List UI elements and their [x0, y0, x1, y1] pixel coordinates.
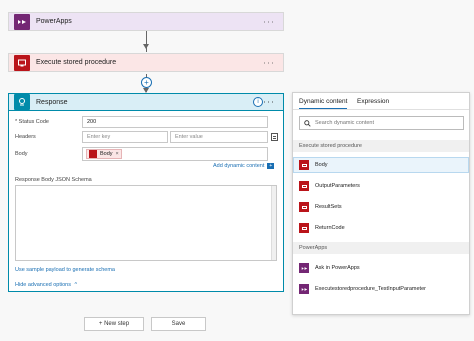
- schema-editor[interactable]: [15, 185, 277, 261]
- dynamic-item-label: ReturnCode: [315, 225, 345, 231]
- powerapps-icon: [299, 284, 309, 294]
- dynamic-item-returncode[interactable]: ReturnCode: [299, 221, 345, 235]
- powerapps-icon: [299, 263, 309, 273]
- dynamic-item-ask-in-powerapps[interactable]: Ask in PowerApps: [299, 261, 360, 275]
- sql-server-icon: [299, 160, 309, 170]
- new-step-button[interactable]: + New step: [84, 317, 144, 331]
- info-icon[interactable]: i: [253, 97, 263, 107]
- sql-server-icon: [299, 202, 309, 212]
- sql-server-icon: [299, 223, 309, 233]
- sql-server-icon: [299, 181, 309, 191]
- tab-expression-label: Expression: [357, 98, 390, 105]
- section-header-powerapps: PowerApps: [293, 242, 469, 254]
- headers-label: Headers: [15, 134, 36, 140]
- status-code-input[interactable]: [82, 116, 268, 128]
- chevron-up-icon: ^: [74, 282, 78, 288]
- more-options-icon[interactable]: ···: [263, 97, 275, 107]
- dynamic-item-label: OutputParameters: [315, 183, 360, 189]
- powerapps-step-card[interactable]: PowerApps ···: [8, 12, 284, 31]
- hide-advanced-options-link[interactable]: Hide advanced options ^: [15, 282, 77, 288]
- header-value-input[interactable]: [170, 131, 268, 143]
- save-button[interactable]: Save: [151, 317, 206, 331]
- response-icon: [14, 94, 30, 110]
- tab-dynamic-content-label: Dynamic content: [299, 98, 348, 105]
- stored-procedure-title: Execute stored procedure: [36, 59, 117, 66]
- arrow-down-icon: [143, 44, 149, 49]
- dynamic-item-label: Executestoredprocedure_TestInputParamete…: [315, 286, 426, 292]
- powerapps-icon: [14, 13, 30, 30]
- switch-to-text-mode-icon[interactable]: [271, 133, 278, 141]
- sample-payload-link[interactable]: Use sample payload to generate schema: [15, 267, 115, 273]
- sql-server-icon: [89, 150, 97, 158]
- more-options-icon[interactable]: ···: [263, 16, 275, 26]
- remove-token-icon[interactable]: ×: [116, 151, 119, 158]
- search-input[interactable]: [315, 120, 455, 126]
- dynamic-item-body[interactable]: Body: [299, 158, 328, 172]
- dynamic-item-testinputparameter[interactable]: Executestoredprocedure_TestInputParamete…: [299, 282, 426, 296]
- insert-step-button[interactable]: +: [141, 77, 152, 88]
- response-header[interactable]: Response i ···: [8, 93, 284, 111]
- hide-advanced-options-label: Hide advanced options: [15, 282, 71, 288]
- dynamic-item-resultsets[interactable]: ResultSets: [299, 200, 342, 214]
- more-options-icon[interactable]: ···: [263, 57, 275, 67]
- editor-scrollbar[interactable]: [271, 186, 276, 260]
- dynamic-item-label: Body: [315, 162, 328, 168]
- section-header-execute-stored-procedure: Execute stored procedure: [293, 140, 469, 152]
- stored-procedure-step-card[interactable]: Execute stored procedure ···: [8, 53, 284, 72]
- body-token[interactable]: Body ×: [86, 149, 122, 159]
- sql-server-icon: [14, 54, 30, 71]
- powerapps-title: PowerApps: [36, 18, 72, 25]
- body-input[interactable]: Body ×: [82, 147, 268, 161]
- body-token-label: Body: [100, 150, 113, 157]
- response-step-card: Response i ··· * Status Code Headers Bod…: [8, 93, 284, 292]
- dynamic-content-panel: Dynamic content Expression Execute store…: [292, 92, 470, 315]
- section-header-label: Execute stored procedure: [299, 143, 362, 149]
- panel-tab-divider: [293, 109, 469, 110]
- dynamic-item-label: ResultSets: [315, 204, 342, 210]
- search-icon: [304, 119, 311, 127]
- dynamic-item-label: Ask in PowerApps: [315, 265, 360, 271]
- tab-expression[interactable]: Expression: [357, 98, 389, 105]
- schema-label: Response Body JSON Schema: [15, 177, 92, 183]
- section-header-label: PowerApps: [299, 245, 328, 251]
- dynamic-item-outputparameters[interactable]: OutputParameters: [299, 179, 360, 193]
- add-dynamic-content-label: Add dynamic content: [213, 163, 265, 169]
- search-box[interactable]: [299, 116, 464, 130]
- response-title: Response: [36, 98, 68, 106]
- body-label: Body: [15, 151, 28, 157]
- header-key-input[interactable]: [82, 131, 168, 143]
- status-code-label: * Status Code: [15, 119, 49, 125]
- add-dynamic-content-link[interactable]: Add dynamic content +: [213, 163, 275, 169]
- add-dynamic-content-badge: +: [267, 163, 275, 169]
